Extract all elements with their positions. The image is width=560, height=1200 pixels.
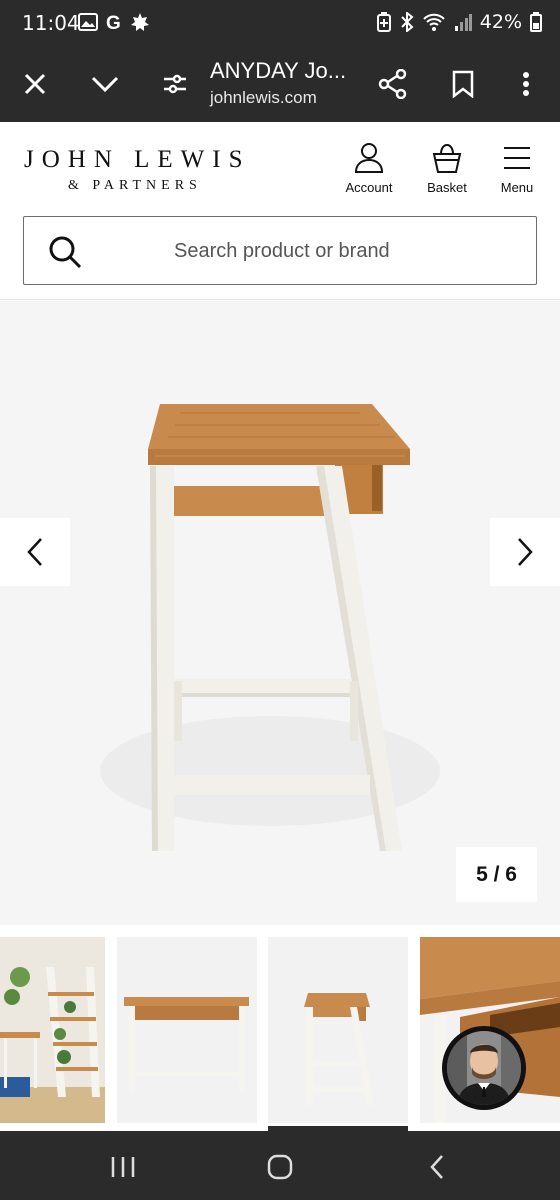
battery-saver-icon [376, 12, 391, 32]
recent-apps-button[interactable] [103, 1147, 143, 1187]
bookmark-icon [452, 70, 474, 98]
room-scene-thumbnail [0, 937, 105, 1123]
desk-side-view-image [100, 404, 440, 851]
tune-icon [164, 74, 186, 94]
status-bar: 11:04 G 42% [0, 0, 560, 46]
back-icon [430, 1155, 443, 1179]
home-button[interactable] [260, 1147, 300, 1187]
search-input[interactable] [174, 237, 504, 265]
account-button[interactable]: Account [334, 142, 404, 195]
gallery-prev-button[interactable] [0, 518, 70, 586]
account-icon [354, 143, 384, 173]
more-vert-icon [523, 72, 529, 96]
page-title[interactable]: ANYDAY Jo... [210, 58, 346, 84]
status-notifications: G [78, 12, 150, 32]
bookmark-button[interactable] [443, 64, 483, 104]
svg-text:G: G [106, 13, 121, 32]
john-lewis-logo[interactable]: JOHN LEWIS & PARTNERS [24, 146, 264, 194]
status-time: 11:04 [22, 11, 80, 35]
home-icon [267, 1154, 293, 1180]
close-tab-button[interactable] [15, 64, 55, 104]
share-button[interactable] [373, 64, 413, 104]
chevron-left-icon [27, 538, 42, 566]
page-url[interactable]: johnlewis.com [210, 88, 317, 108]
logo-sub-text: & PARTNERS [68, 178, 202, 193]
product-image-gallery[interactable]: 5 / 6 [0, 301, 560, 925]
thumbnail-1[interactable] [0, 937, 105, 1123]
logo-main-text: JOHN LEWIS [24, 146, 251, 173]
image-counter: 5 / 6 [456, 847, 537, 902]
android-nav-bar [0, 1131, 560, 1200]
avatar [447, 1031, 521, 1105]
notification-icon [131, 13, 149, 31]
hamburger-icon [504, 147, 530, 169]
chevron-right-icon [518, 538, 533, 566]
search-icon[interactable] [48, 235, 82, 269]
battery-icon [530, 12, 542, 32]
battery-level: 42% [479, 11, 522, 33]
browser-toolbar: ANYDAY Jo... johnlewis.com [0, 46, 560, 122]
menu-button[interactable]: Menu [482, 142, 552, 195]
more-options-button[interactable] [506, 64, 546, 104]
status-indicators: 42% [376, 11, 542, 33]
desk-side-thumbnail [268, 937, 408, 1123]
image-icon [78, 13, 98, 31]
wifi-icon [423, 13, 445, 31]
minimize-button[interactable] [85, 64, 125, 104]
basket-icon [432, 143, 462, 173]
recent-apps-icon [111, 1157, 135, 1177]
close-icon [24, 73, 46, 95]
signal-icon [454, 14, 472, 31]
gallery-next-button[interactable] [490, 518, 560, 586]
chat-assistant-avatar[interactable] [442, 1026, 526, 1110]
search-box[interactable] [23, 216, 537, 285]
google-icon: G [106, 13, 121, 32]
desk-front-thumbnail [117, 937, 257, 1123]
thumbnail-3-active[interactable] [268, 937, 408, 1123]
thumbnail-2[interactable] [117, 937, 257, 1123]
basket-button[interactable]: Basket [412, 142, 482, 195]
bluetooth-icon [401, 12, 414, 32]
back-button[interactable] [417, 1147, 457, 1187]
share-icon [378, 69, 407, 99]
account-label: Account [345, 180, 393, 195]
site-header: JOHN LEWIS & PARTNERS Account Basket Men… [0, 122, 560, 300]
basket-label: Basket [427, 180, 467, 195]
site-settings-button[interactable] [155, 64, 195, 104]
menu-label: Menu [500, 180, 534, 195]
chevron-down-icon [91, 76, 119, 93]
